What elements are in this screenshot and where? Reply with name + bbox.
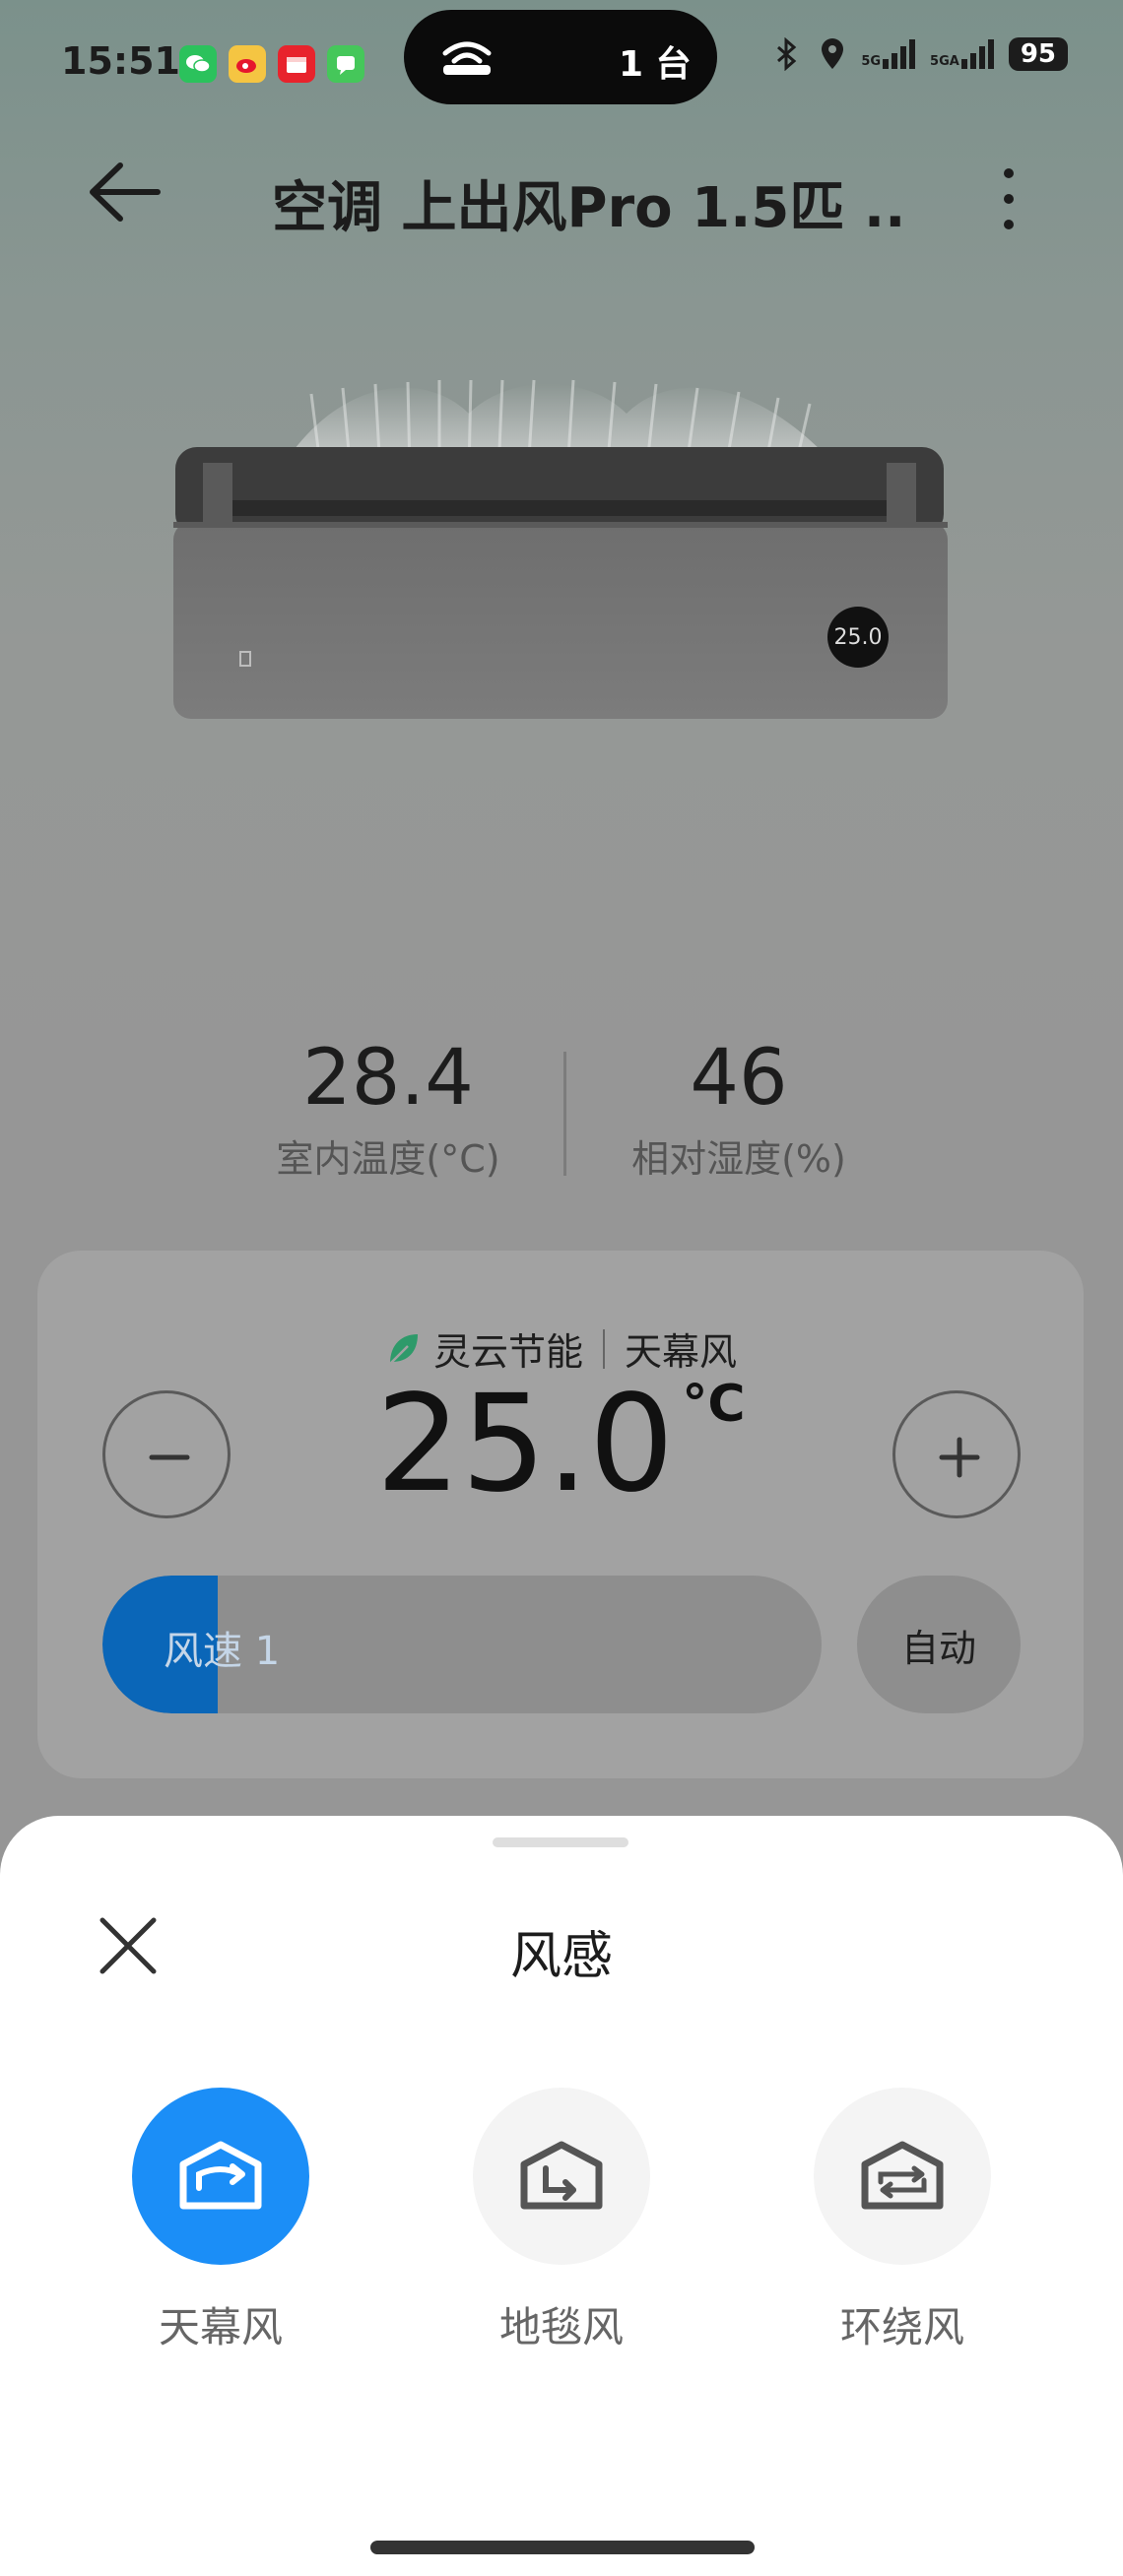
option-label: 天幕风	[158, 2303, 283, 2351]
wifi-device-icon	[442, 41, 492, 75]
status-bar: 15:51 1 台 5G 5GA 95	[0, 0, 1123, 128]
indoor-temp-label: 室内温度(°C)	[276, 1137, 500, 1181]
calendar-app-icon	[278, 45, 315, 83]
ceiling-wind-icon	[179, 2141, 262, 2210]
battery-indicator: 95	[1008, 37, 1068, 71]
auto-speed-button[interactable]: 自动	[857, 1576, 1021, 1713]
fan-speed-label: 风速 1	[164, 1629, 281, 1674]
sheet-grabber[interactable]	[493, 1837, 628, 1847]
plus-icon	[939, 1437, 980, 1478]
option-surround-wind[interactable]: 环绕风	[784, 2088, 1021, 2354]
option-carpet-wind[interactable]: 地毯风	[443, 2088, 680, 2354]
target-temp-value: 25.0	[375, 1367, 675, 1522]
dynamic-island[interactable]: 1 台	[404, 10, 717, 104]
sheet-title: 风感	[509, 1927, 613, 1986]
control-card: 灵云节能 天幕风 25.0 °C 风速 1 自动	[37, 1251, 1084, 1778]
ac-unit-image: 25.0	[173, 374, 948, 721]
notification-icons	[179, 45, 364, 83]
readings: 28.4 室内温度(°C) 46 相对湿度(%)	[0, 1034, 1123, 1211]
system-icons: 5G 5GA 95	[770, 37, 1068, 71]
surround-wind-icon	[861, 2141, 944, 2210]
weibo-icon	[229, 45, 266, 83]
option-label: 地毯风	[498, 2303, 624, 2351]
humidity-reading: 46 相对湿度(%)	[591, 1034, 887, 1183]
wind-feel-sheet: 风感 天幕风 地毯风 环绕风	[0, 1816, 1123, 2576]
option-circle[interactable]	[473, 2088, 650, 2265]
wind-options: 天幕风 地毯风 环绕风	[0, 2088, 1123, 2383]
ac-display: 25.0	[827, 607, 889, 668]
humidity-value: 46	[690, 1034, 788, 1123]
bluetooth-icon	[777, 37, 797, 71]
carpet-wind-icon	[520, 2141, 603, 2210]
option-circle[interactable]	[814, 2088, 991, 2265]
wechat-icon	[179, 45, 217, 83]
leaf-icon	[389, 1333, 418, 1365]
device-count: 1 台	[619, 44, 692, 85]
fan-speed-slider[interactable]: 风速 1	[102, 1576, 822, 1713]
more-vertical-icon[interactable]	[989, 161, 1028, 240]
mode-divider	[603, 1328, 605, 1369]
signal-5ga-icon: 5GA	[930, 39, 995, 69]
increase-temp-button[interactable]	[892, 1390, 1021, 1518]
home-indicator[interactable]	[370, 2541, 755, 2554]
indoor-temp-reading: 28.4 室内温度(°C)	[240, 1034, 536, 1183]
option-label: 环绕风	[839, 2303, 964, 2351]
arrow-left-icon[interactable]	[87, 158, 165, 226]
signal-5g-icon: 5G	[861, 39, 916, 69]
clock: 15:51	[61, 39, 180, 83]
messages-icon	[327, 45, 364, 83]
location-icon	[822, 38, 844, 69]
option-circle[interactable]	[132, 2088, 309, 2265]
indoor-temp-value: 28.4	[302, 1034, 474, 1123]
humidity-label: 相对湿度(%)	[631, 1137, 846, 1181]
option-ceiling-wind[interactable]: 天幕风	[102, 2088, 339, 2354]
readings-divider	[563, 1052, 566, 1176]
temp-unit: °C	[682, 1375, 746, 1434]
page-title: 空调 上出风Pro 1.5匹 ...	[272, 176, 902, 240]
